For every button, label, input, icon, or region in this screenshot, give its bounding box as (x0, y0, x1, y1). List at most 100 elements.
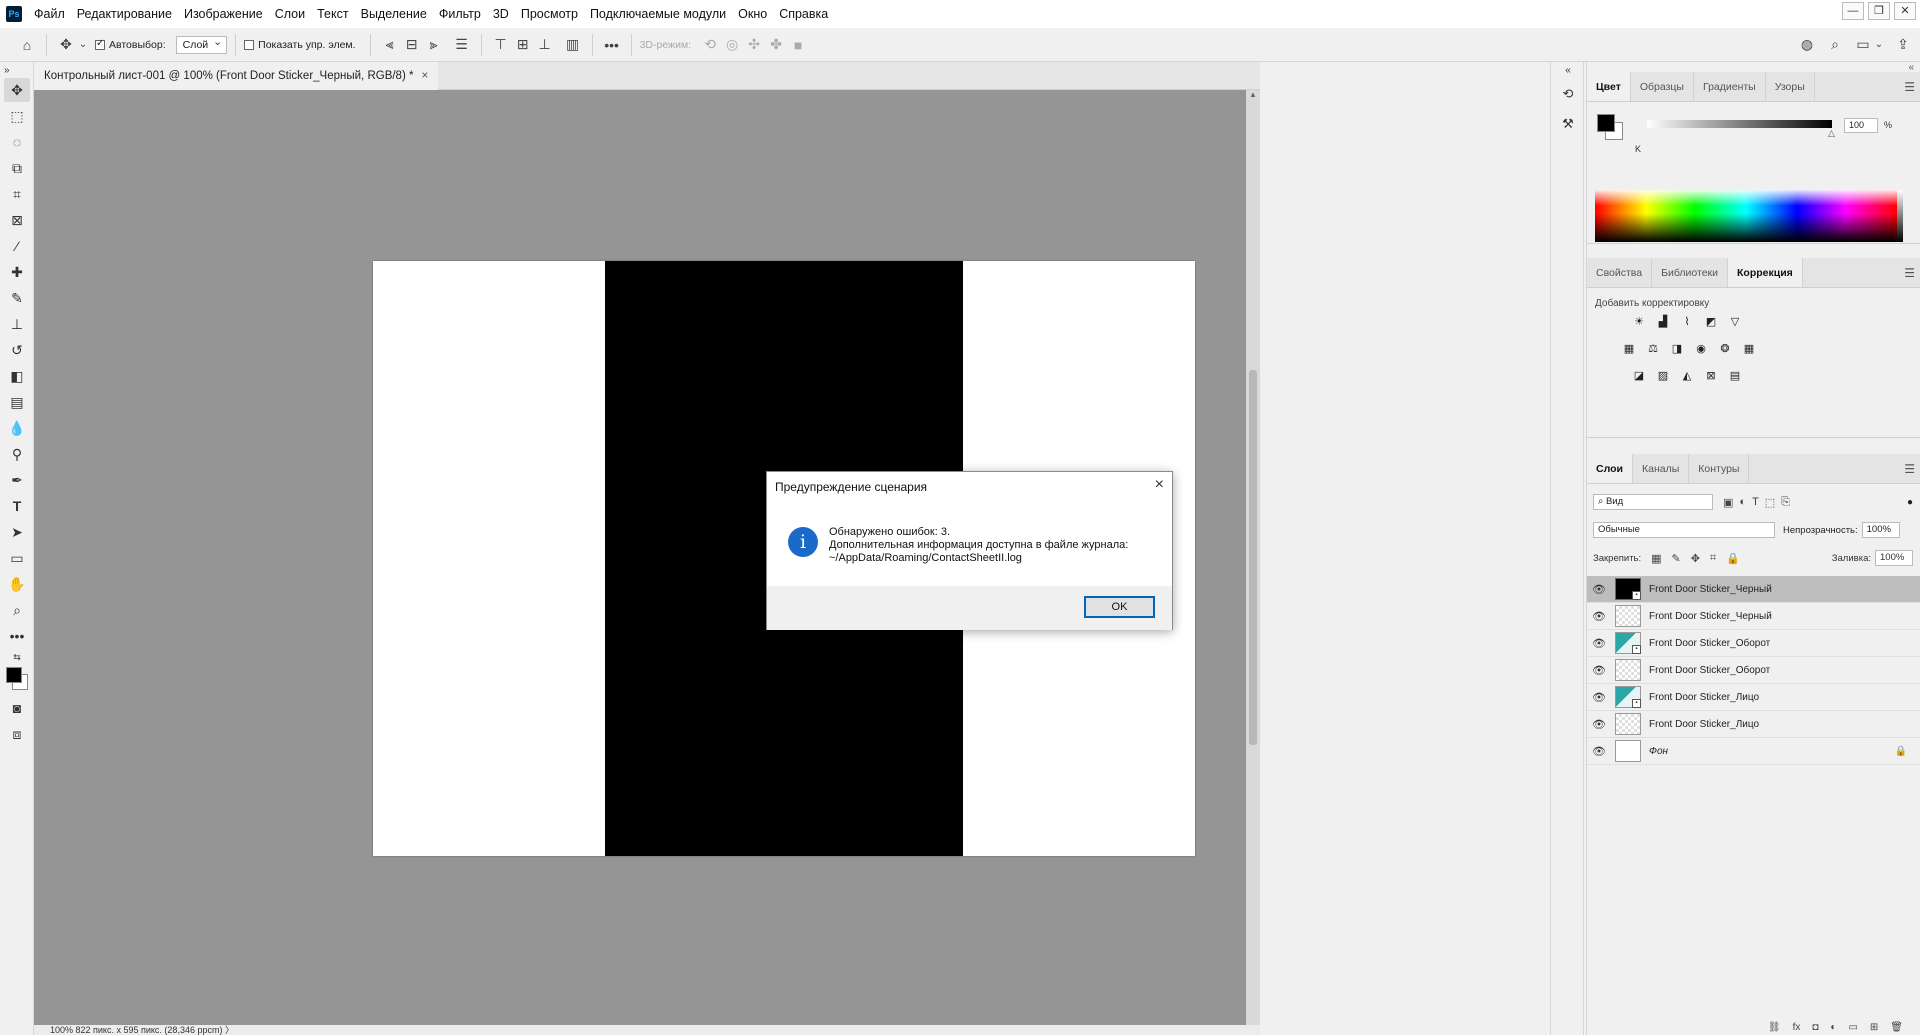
account-icon[interactable]: ◍ (1796, 34, 1818, 56)
channel-mixer-icon[interactable]: ❂ (1717, 341, 1733, 355)
panel-menu-icon[interactable]: ☰ (1904, 462, 1915, 476)
swap-colors-icon[interactable]: ⇆ (4, 650, 30, 664)
quick-mask-icon[interactable]: ◙ (4, 696, 30, 720)
marquee-tool-icon[interactable]: ⬚ (4, 104, 30, 128)
opacity-input[interactable]: 100% (1861, 522, 1900, 538)
align-bottom-icon[interactable]: ⊥ (534, 34, 556, 56)
menu-layers[interactable]: Слои (269, 0, 311, 28)
new-group-icon[interactable]: ▭ (1848, 1022, 1857, 1035)
lock-transparency-icon[interactable]: ▦ (1651, 552, 1661, 565)
foreground-color-swatch[interactable] (1597, 114, 1615, 132)
object-select-tool-icon[interactable]: ⧉ (4, 156, 30, 180)
delete-layer-icon[interactable]: 🗑 (1890, 1022, 1903, 1035)
new-layer-icon[interactable]: ⊞ (1870, 1022, 1878, 1035)
autoselect-target-select[interactable]: Слой (175, 34, 228, 54)
close-window-icon[interactable]: ✕ (1894, 2, 1916, 20)
lock-position-icon[interactable]: ✥ (1691, 552, 1700, 565)
eye-icon[interactable]: 👁 (1587, 691, 1611, 704)
collapse-toolbar-icon[interactable]: » (4, 64, 30, 76)
selective-color-icon[interactable]: ⊠ (1703, 368, 1719, 382)
align-top-icon[interactable]: ⊤ (490, 34, 512, 56)
grayscale-ramp[interactable] (1897, 190, 1903, 242)
layer-row[interactable]: 👁 Front Door Sticker_Черный (1587, 603, 1920, 630)
move-tool-icon[interactable]: ✥ (4, 78, 30, 102)
vertical-scrollbar[interactable]: ▲ (1246, 90, 1260, 1025)
chevron-down-icon[interactable]: ⌄ (1874, 34, 1884, 56)
tab-libraries[interactable]: Библиотеки (1652, 258, 1728, 287)
levels-icon[interactable]: ▟ (1655, 314, 1671, 328)
blur-tool-icon[interactable]: 💧 (4, 416, 30, 440)
show-transform-checkbox[interactable]: Показать упр. элем. (244, 39, 356, 51)
vibrance-icon[interactable]: ▽ (1727, 314, 1743, 328)
k-channel-slider[interactable] (1647, 120, 1832, 128)
tab-color[interactable]: Цвет (1587, 72, 1631, 101)
tab-gradients[interactable]: Градиенты (1694, 72, 1766, 101)
exposure-icon[interactable]: ◩ (1703, 314, 1719, 328)
gradient-map-icon[interactable]: ▤ (1727, 368, 1743, 382)
color-lookup-icon[interactable]: ▦ (1741, 341, 1757, 355)
foreground-color-swatch[interactable] (6, 667, 22, 683)
filter-smart-object-icon[interactable]: ⎘ (1781, 496, 1790, 509)
frame-tool-icon[interactable]: ⊠ (4, 208, 30, 232)
k-value-input[interactable]: 100 (1844, 118, 1878, 133)
layer-row[interactable]: 👁 Фон 🔒 (1587, 738, 1920, 765)
tab-swatches[interactable]: Образцы (1631, 72, 1694, 101)
ok-button[interactable]: OK (1084, 596, 1155, 618)
tab-patterns[interactable]: Узоры (1766, 72, 1815, 101)
eye-icon[interactable]: 👁 (1587, 637, 1611, 650)
eye-icon[interactable]: 👁 (1587, 664, 1611, 677)
gradient-tool-icon[interactable]: ▤ (4, 390, 30, 414)
blend-mode-select[interactable]: Обычные (1593, 522, 1775, 538)
path-select-tool-icon[interactable]: ➤ (4, 520, 30, 544)
tab-paths[interactable]: Контуры (1689, 454, 1750, 483)
color-swatches[interactable] (4, 666, 30, 694)
workspace-icon[interactable]: ▭ (1852, 34, 1874, 56)
menu-window[interactable]: Окно (732, 0, 773, 28)
invert-icon[interactable]: ◪ (1631, 368, 1647, 382)
history-brush-icon[interactable]: ↺ (4, 338, 30, 362)
menu-image[interactable]: Изображение (178, 0, 269, 28)
filter-adjustment-icon[interactable]: ◐ (1739, 496, 1746, 509)
close-tab-icon[interactable]: × (421, 70, 428, 82)
tab-properties[interactable]: Свойства (1587, 258, 1653, 287)
tools-presets-icon[interactable]: ⚒ (1556, 112, 1580, 136)
chevron-down-icon[interactable]: ⌄ (77, 34, 89, 56)
healing-brush-icon[interactable]: ✚ (4, 260, 30, 284)
filter-shape-icon[interactable]: ⬚ (1765, 496, 1775, 509)
pen-tool-icon[interactable]: ✒ (4, 468, 30, 492)
lock-pixels-icon[interactable]: ✎ (1672, 552, 1681, 565)
eraser-tool-icon[interactable]: ◧ (4, 364, 30, 388)
color-balance-icon[interactable]: ⚖ (1645, 341, 1661, 355)
align-center-icon[interactable]: ⊟ (401, 34, 423, 56)
zoom-tool-icon[interactable]: ⌕ (4, 598, 30, 622)
screen-mode-icon[interactable]: ⧈ (4, 722, 30, 746)
dodge-tool-icon[interactable]: ⚲ (4, 442, 30, 466)
adjustment-layer-icon[interactable]: ◐ (1830, 1022, 1836, 1035)
lock-artboard-icon[interactable]: ⌗ (1710, 552, 1716, 565)
panel-menu-icon[interactable]: ☰ (1904, 266, 1915, 280)
layer-row[interactable]: 👁 Front Door Sticker_Лицо (1587, 711, 1920, 738)
panel-menu-icon[interactable]: ☰ (1904, 80, 1915, 94)
align-middle-icon[interactable]: ⊞ (512, 34, 534, 56)
share-icon[interactable]: ⇪ (1892, 34, 1914, 56)
lasso-tool-icon[interactable]: ◌ (4, 130, 30, 154)
rectangle-tool-icon[interactable]: ▭ (4, 546, 30, 570)
photo-filter-icon[interactable]: ◉ (1693, 341, 1709, 355)
curves-icon[interactable]: ⌇ (1679, 314, 1695, 328)
posterize-icon[interactable]: ▨ (1655, 368, 1671, 382)
tab-adjustments[interactable]: Коррекция (1728, 258, 1803, 287)
vertical-scroll-thumb[interactable] (1249, 370, 1257, 745)
menu-filter[interactable]: Фильтр (433, 0, 487, 28)
fx-icon[interactable]: fx (1793, 1022, 1801, 1035)
filter-type-icon[interactable]: T (1752, 496, 1759, 509)
fill-input[interactable]: 100% (1875, 550, 1913, 566)
distribute-icon[interactable]: ☰ (451, 34, 473, 56)
eye-icon[interactable]: 👁 (1587, 610, 1611, 623)
home-icon[interactable]: ⌂ (16, 34, 38, 56)
menu-select[interactable]: Выделение (355, 0, 433, 28)
tab-channels[interactable]: Каналы (1633, 454, 1690, 483)
eye-icon[interactable]: 👁 (1587, 583, 1611, 596)
type-tool-icon[interactable]: T (4, 494, 30, 518)
minimize-icon[interactable]: — (1842, 2, 1864, 20)
close-icon[interactable]: × (1155, 476, 1164, 494)
